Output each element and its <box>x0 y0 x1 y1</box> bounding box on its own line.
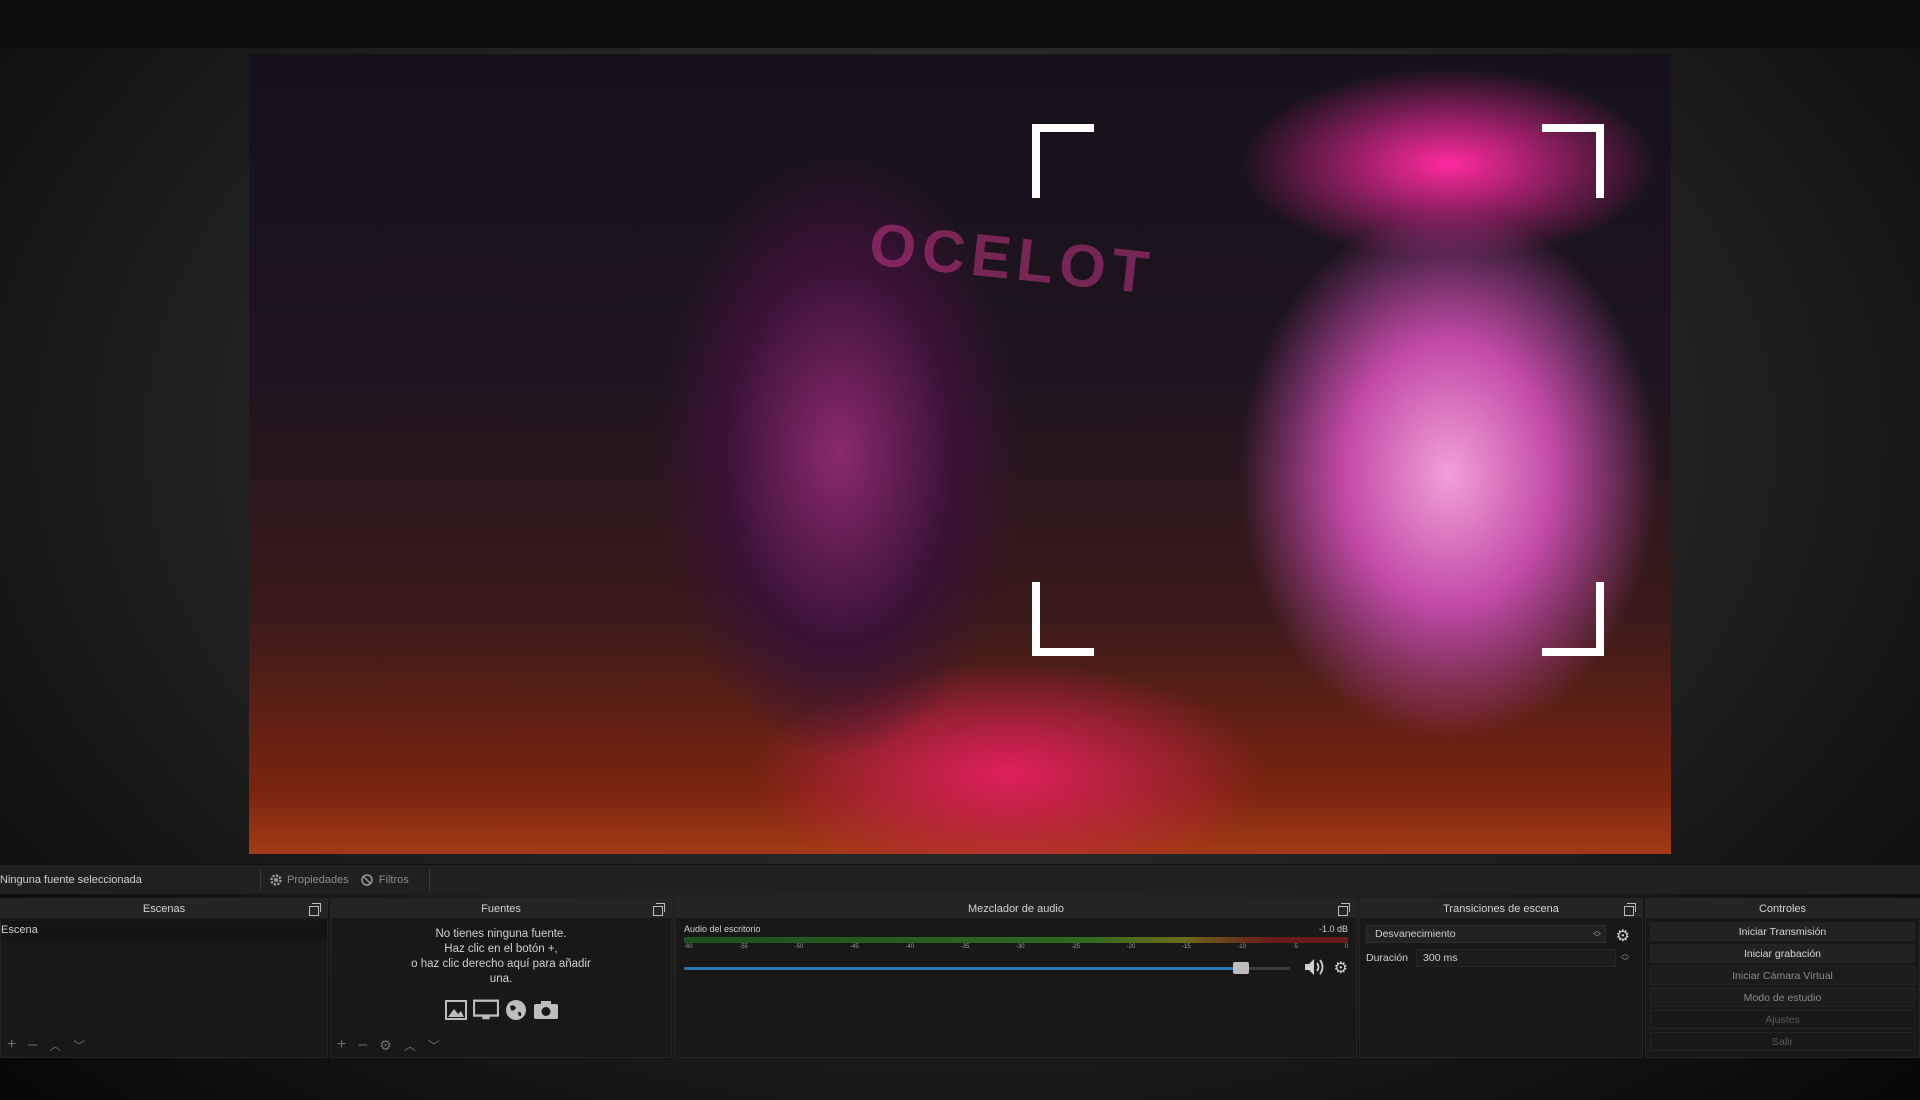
undock-icon[interactable] <box>309 903 321 916</box>
meter-tick: -35 <box>960 944 970 950</box>
exit-button[interactable]: Salir <box>1650 1032 1915 1051</box>
start-virtual-camera-button[interactable]: Iniciar Cámara Virtual <box>1650 966 1915 985</box>
scenes-toolbar: + – ︿ ﹀ <box>1 1033 327 1057</box>
fader-row: ⚙ <box>684 958 1348 978</box>
channel-name: Audio del escritorio <box>684 924 761 934</box>
scenes-dock: Escenas Escena + – ︿ ﹀ <box>0 898 328 1058</box>
meter-tick: -20 <box>1126 944 1136 950</box>
chevron-up-icon[interactable]: ︿ <box>404 1037 416 1054</box>
focus-bracket-bottom-right <box>1542 582 1604 656</box>
studio-mode-button[interactable]: Modo de estudio <box>1650 988 1915 1007</box>
focus-bracket-top-right <box>1542 124 1604 198</box>
meter-tick: -15 <box>1181 944 1191 950</box>
gear-icon[interactable]: ⚙ <box>379 1037 392 1054</box>
start-streaming-button[interactable]: Iniciar Transmisión <box>1650 922 1915 941</box>
focus-bracket-top-left <box>1032 124 1094 198</box>
properties-label: Propiedades <box>287 873 349 886</box>
scenes-dock-title: Escenas <box>1 899 327 919</box>
duration-value: 300 ms <box>1423 952 1458 964</box>
sources-empty-message: No tienes ninguna fuente. Haz clic en el… <box>331 927 671 987</box>
meter-tick: -5 <box>1292 944 1298 950</box>
undock-icon[interactable] <box>1338 903 1350 916</box>
camera-icon <box>533 997 559 1023</box>
plus-icon[interactable]: + <box>7 1036 16 1054</box>
obs-window: OCELOT Ninguna fuente seleccionada Propi… <box>0 0 1920 1100</box>
channel-level: -1.0 dB <box>1318 924 1348 934</box>
properties-button[interactable]: Propiedades <box>269 873 349 887</box>
chevron-up-down-icon: ︿ ﹀ <box>1593 926 1601 942</box>
monitor-icon <box>473 997 499 1023</box>
source-type-icons <box>331 997 671 1023</box>
controls-dock-title: Controles <box>1646 899 1919 919</box>
volume-slider[interactable] <box>684 961 1290 974</box>
meter-tick: -25 <box>1071 944 1080 950</box>
mixer-dock-title: Mezclador de audio <box>676 899 1356 919</box>
sources-toolbar: + – ⚙ ︿ ﹀ <box>331 1033 671 1057</box>
meter-tick: -40 <box>905 944 914 950</box>
empty-line-4: una. <box>489 973 513 985</box>
start-recording-button[interactable]: Iniciar grabación <box>1650 944 1915 963</box>
audio-mixer-dock: Mezclador de audio Audio del escritorio … <box>675 898 1357 1058</box>
filters-label: Filtros <box>378 873 409 886</box>
focus-bracket-bottom-left <box>1032 582 1094 656</box>
scene-preview[interactable]: OCELOT <box>249 54 1671 854</box>
slider-remaining-track <box>1249 966 1290 970</box>
filters-button[interactable]: Filtros <box>361 873 409 887</box>
toolbar-divider <box>428 868 430 891</box>
filter-icon <box>361 873 373 886</box>
scene-name: Escena <box>1 924 38 936</box>
scene-list-item[interactable]: Escena <box>1 921 327 939</box>
empty-line-3: o haz clic derecho aquí para añadir <box>411 958 591 970</box>
image-icon <box>443 997 469 1023</box>
meter-tick: -60 <box>684 944 693 950</box>
globe-icon <box>503 997 529 1023</box>
source-toolbar: Ninguna fuente seleccionada Propiedades … <box>0 864 1920 894</box>
meter-tick: 0 <box>1344 944 1348 950</box>
scenes-title: Escenas <box>142 902 186 915</box>
controls-dock: Controles Iniciar Transmisión Iniciar gr… <box>1645 898 1920 1058</box>
speaker-icon[interactable] <box>1304 958 1326 978</box>
transition-select[interactable]: Desvanecimiento ︿ ﹀ <box>1366 925 1606 943</box>
transition-selected: Desvanecimiento <box>1375 928 1456 940</box>
transitions-dock-title: Transiciones de escena <box>1360 899 1642 919</box>
meter-tick: -55 <box>739 944 748 950</box>
minus-icon[interactable]: – <box>358 1036 367 1054</box>
meter-tick: -45 <box>849 944 859 950</box>
sources-dock-title: Fuentes <box>331 899 671 919</box>
volume-meter <box>684 937 1348 943</box>
gear-icon[interactable]: ⚙ <box>1334 958 1348 978</box>
mixer-title: Mezclador de audio <box>967 902 1064 915</box>
mixer-channel: Audio del escritorio -1.0 dB -60 -55 -50… <box>676 919 1356 983</box>
duration-row: Duración 300 ms ︿ ﹀ <box>1366 949 1636 967</box>
meter-tick: -50 <box>794 944 804 950</box>
chevron-up-icon[interactable]: ︿ <box>49 1037 61 1054</box>
chevron-down-icon[interactable]: ﹀ <box>73 1037 85 1054</box>
meter-tick: -10 <box>1237 944 1246 950</box>
meter-ticks: -60 -55 -50 -45 -40 -35 -30 -25 -20 -15 … <box>684 944 1348 950</box>
duration-input[interactable]: 300 ms ︿ ﹀ <box>1416 949 1629 967</box>
minus-icon[interactable]: – <box>28 1036 37 1054</box>
chair-logo-text: OCELOT <box>866 210 1158 307</box>
toolbar-divider <box>260 868 261 891</box>
spin-arrows-icon[interactable]: ︿ ﹀ <box>1621 950 1629 966</box>
slider-handle[interactable] <box>1233 961 1249 974</box>
undock-icon[interactable] <box>653 903 665 916</box>
gear-icon <box>270 873 282 886</box>
meter-tick: -30 <box>1015 944 1025 950</box>
transitions-title: Transiciones de escena <box>1443 902 1559 915</box>
top-bar <box>0 0 1920 48</box>
plus-icon[interactable]: + <box>337 1036 346 1054</box>
undock-icon[interactable] <box>1624 903 1636 916</box>
chevron-down-icon[interactable]: ﹀ <box>428 1037 440 1054</box>
controls-title: Controles <box>1758 902 1807 915</box>
settings-button[interactable]: Ajustes <box>1650 1010 1915 1029</box>
sources-title: Fuentes <box>481 902 521 915</box>
duration-label: Duración <box>1366 952 1409 964</box>
gear-icon[interactable]: ⚙ <box>1616 926 1630 946</box>
empty-line-2: Haz clic en el botón +, <box>444 943 558 955</box>
selected-source-label: Ninguna fuente seleccionada <box>0 873 142 886</box>
transitions-dock: Transiciones de escena Desvanecimiento ︿… <box>1359 898 1643 1058</box>
empty-line-1: No tienes ninguna fuente. <box>435 928 567 940</box>
sources-dock: Fuentes No tienes ninguna fuente. Haz cl… <box>330 898 672 1058</box>
